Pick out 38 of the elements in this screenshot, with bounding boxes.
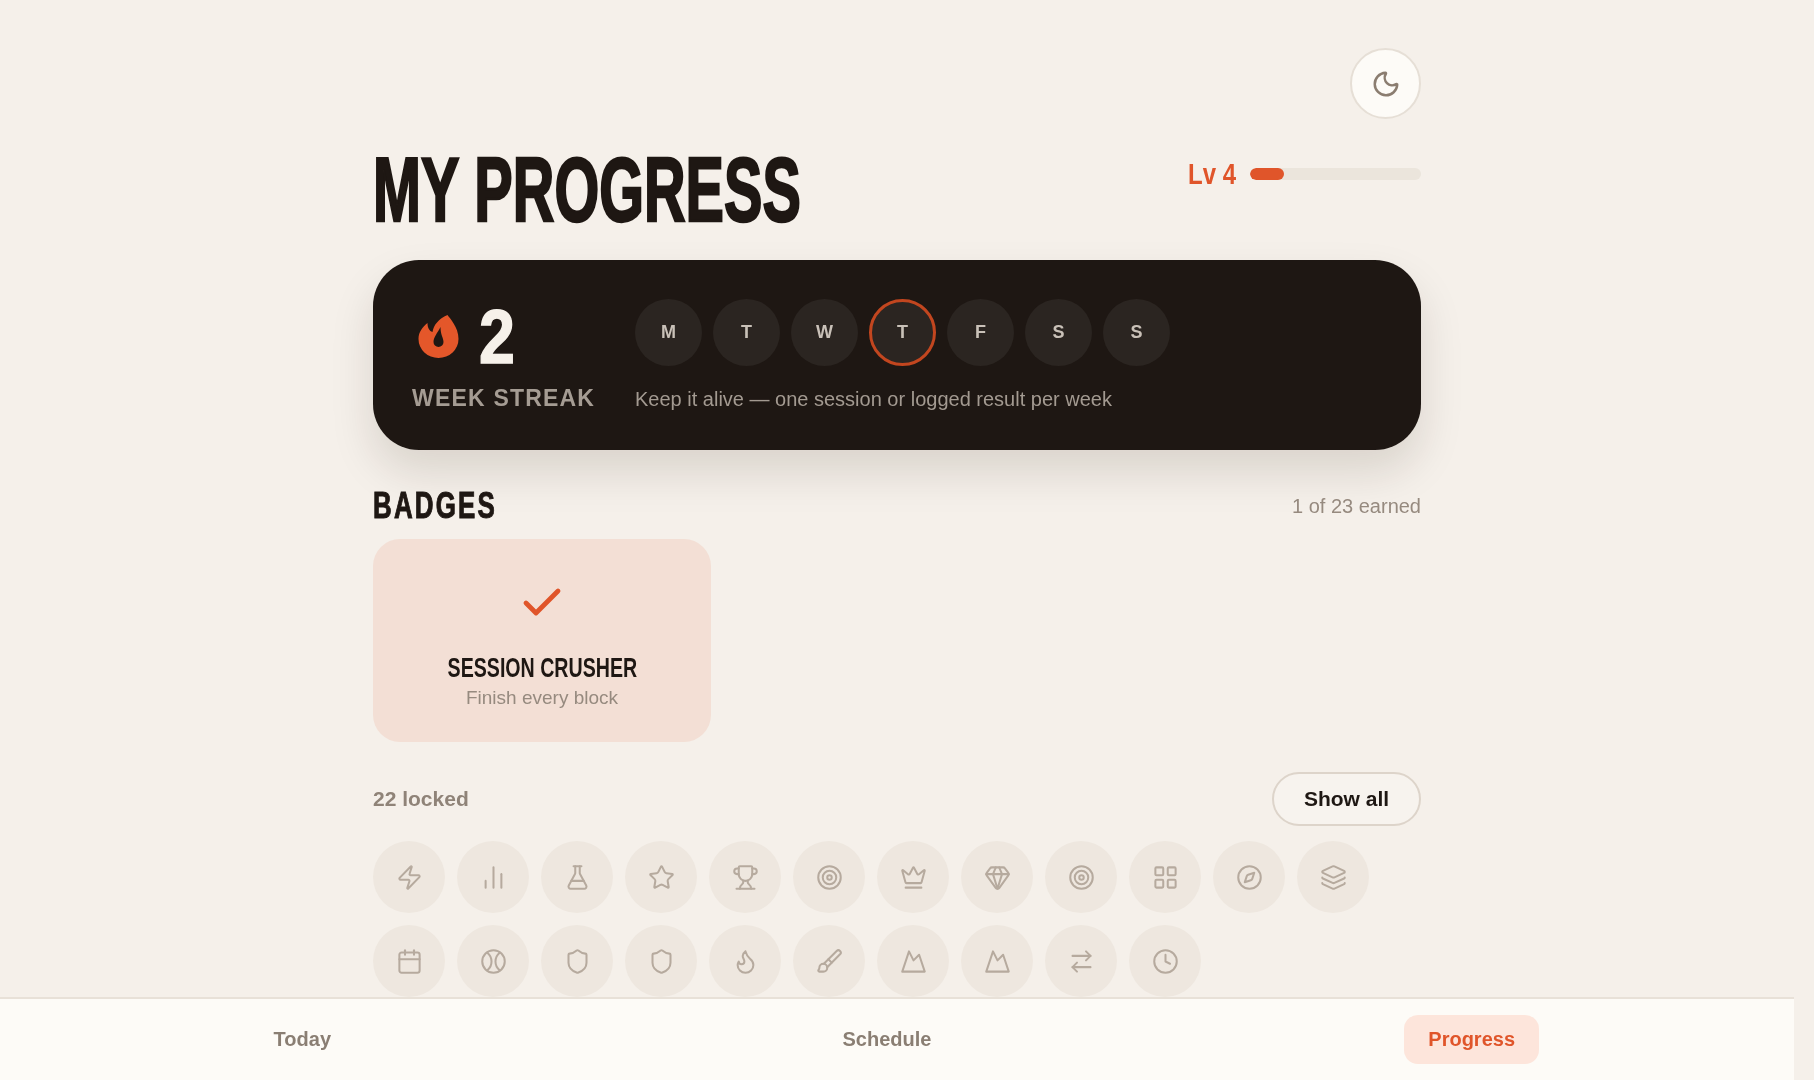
streak-label: WEEK STREAK [412,384,596,412]
earned-count: 1 of 23 earned [1292,494,1421,518]
streak-hint: Keep it alive — one session or logged result per week [635,388,1113,411]
mountain-icon [983,947,1011,975]
nav-tab[interactable]: Today [249,1015,356,1064]
show-all-button[interactable]: Show all [1272,772,1421,826]
gem-icon [983,863,1011,891]
calendar-icon [395,947,423,975]
star-icon [647,863,675,891]
target-icon [1067,863,1095,891]
weekday-indicator: S [1103,299,1170,366]
locked-count: 22 locked [373,787,469,811]
trophy-icon [731,863,759,891]
crown-icon [899,863,927,891]
target-icon [815,863,843,891]
badge-description: Finish every block [465,686,619,710]
weekday-indicator: T [869,299,936,366]
ball-icon [479,947,507,975]
badge-title: SESSION CRUSHER [447,653,637,684]
weekday-indicator: W [791,299,858,366]
compass-icon [1235,863,1263,891]
bolt-icon [395,863,423,891]
nav-tab[interactable]: Schedule [818,1015,956,1064]
clock-icon [1151,947,1179,975]
flame-icon [418,315,459,358]
layers-icon [1319,863,1347,891]
page-title: MY PROGRESS [373,145,801,235]
brush-icon [815,947,843,975]
level-label: Lv 4 [1187,159,1236,189]
section-title: BADGES [373,488,497,524]
mountain-icon [899,947,927,975]
nav-tab[interactable]: Progress [1404,1015,1539,1064]
weekday-indicator: S [1025,299,1092,366]
weekday-indicator: M [635,299,702,366]
weekday-indicator: F [947,299,1014,366]
weekday-indicator: T [713,299,780,366]
streak-count: 2 [479,298,515,375]
grid-icon [1151,863,1179,891]
